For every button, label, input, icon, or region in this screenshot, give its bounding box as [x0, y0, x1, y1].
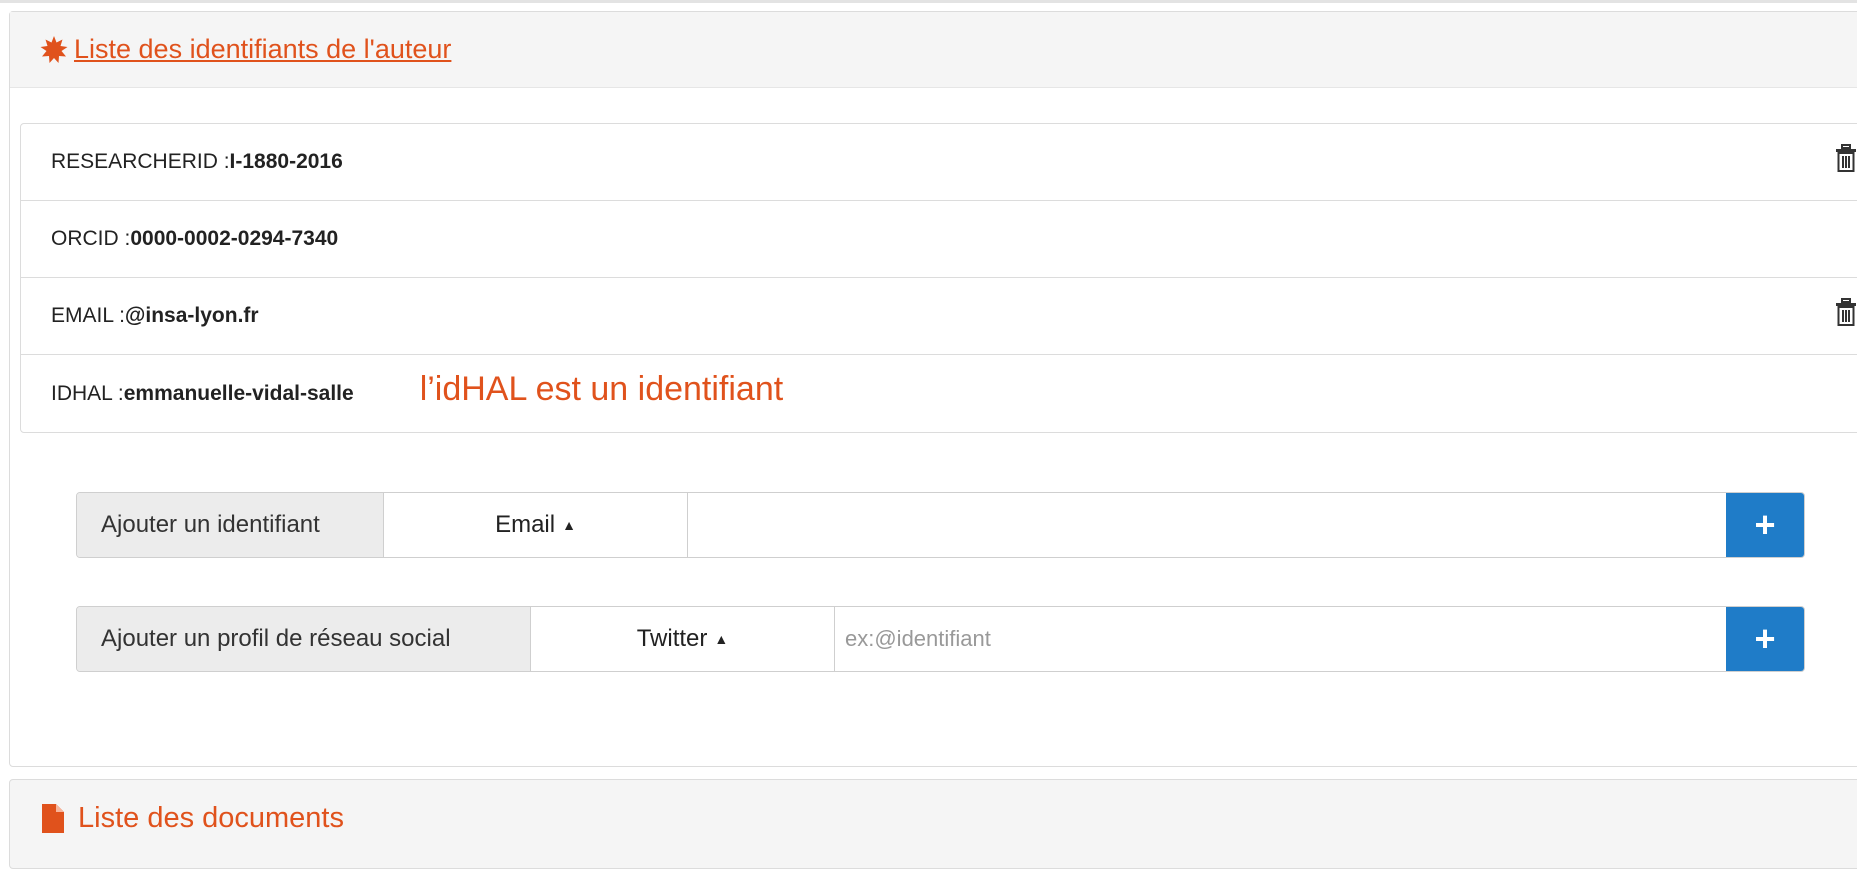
identifier-row-orcid: ORCID : 0000-0002-0294-7340 [21, 201, 1857, 278]
documents-title: Liste des documents [78, 802, 344, 834]
identifier-type-selected: Email [495, 511, 556, 538]
plus-icon: + [1754, 618, 1776, 659]
identifier-value: I-1880-2016 [229, 150, 343, 173]
identifier-label: IDHAL : [51, 381, 124, 405]
identifier-list: RESEARCHERID : I-1880-2016 ORCID : 0000-… [20, 123, 1857, 433]
trash-icon[interactable] [1835, 298, 1857, 326]
add-identifier-button[interactable]: + [1726, 493, 1804, 557]
identifier-row-idhal: IDHAL : emmanuelle-vidal-salle l’idHAL e… [21, 355, 1857, 432]
identifier-label: ORCID : [51, 227, 131, 250]
identifier-label: RESEARCHERID : [51, 150, 230, 173]
identifier-value: @insa-lyon.fr [124, 304, 259, 327]
identifier-input[interactable] [688, 493, 1726, 557]
trash-icon[interactable] [1835, 144, 1857, 172]
document-icon [42, 804, 64, 833]
identifiers-title-link[interactable]: Liste des identifiants de l'auteur [74, 34, 451, 65]
identifier-value: 0000-0002-0294-7340 [130, 227, 339, 250]
caret-up-icon: ▲ [714, 631, 729, 647]
add-identifier-group: Ajouter un identifiant Email ▲ + [76, 492, 1805, 558]
identifier-type-dropdown[interactable]: Email ▲ [384, 493, 688, 557]
top-divider [0, 0, 1857, 3]
identifier-value: emmanuelle-vidal-salle [123, 381, 354, 405]
add-social-label: Ajouter un profil de réseau social [77, 607, 531, 671]
add-identifier-label: Ajouter un identifiant [77, 493, 384, 557]
documents-panel-header[interactable]: Liste des documents [9, 779, 1857, 869]
social-profile-input[interactable] [835, 607, 1726, 671]
identifier-row-researcherid: RESEARCHERID : I-1880-2016 [21, 124, 1857, 201]
identifier-label: EMAIL : [51, 304, 125, 327]
burst-icon [40, 35, 68, 63]
social-network-dropdown[interactable]: Twitter ▲ [531, 607, 835, 671]
identifier-row-email: EMAIL : @insa-lyon.fr [21, 278, 1857, 355]
idhal-annotation: l’idHAL est un identifiant [419, 370, 784, 408]
plus-icon: + [1754, 504, 1776, 545]
panel-header: Liste des identifiants de l'auteur [10, 12, 1857, 88]
caret-up-icon: ▲ [562, 517, 576, 533]
social-network-selected: Twitter [636, 625, 708, 652]
add-social-group: Ajouter un profil de réseau social Twitt… [76, 606, 1805, 672]
add-social-button[interactable]: + [1726, 607, 1804, 671]
